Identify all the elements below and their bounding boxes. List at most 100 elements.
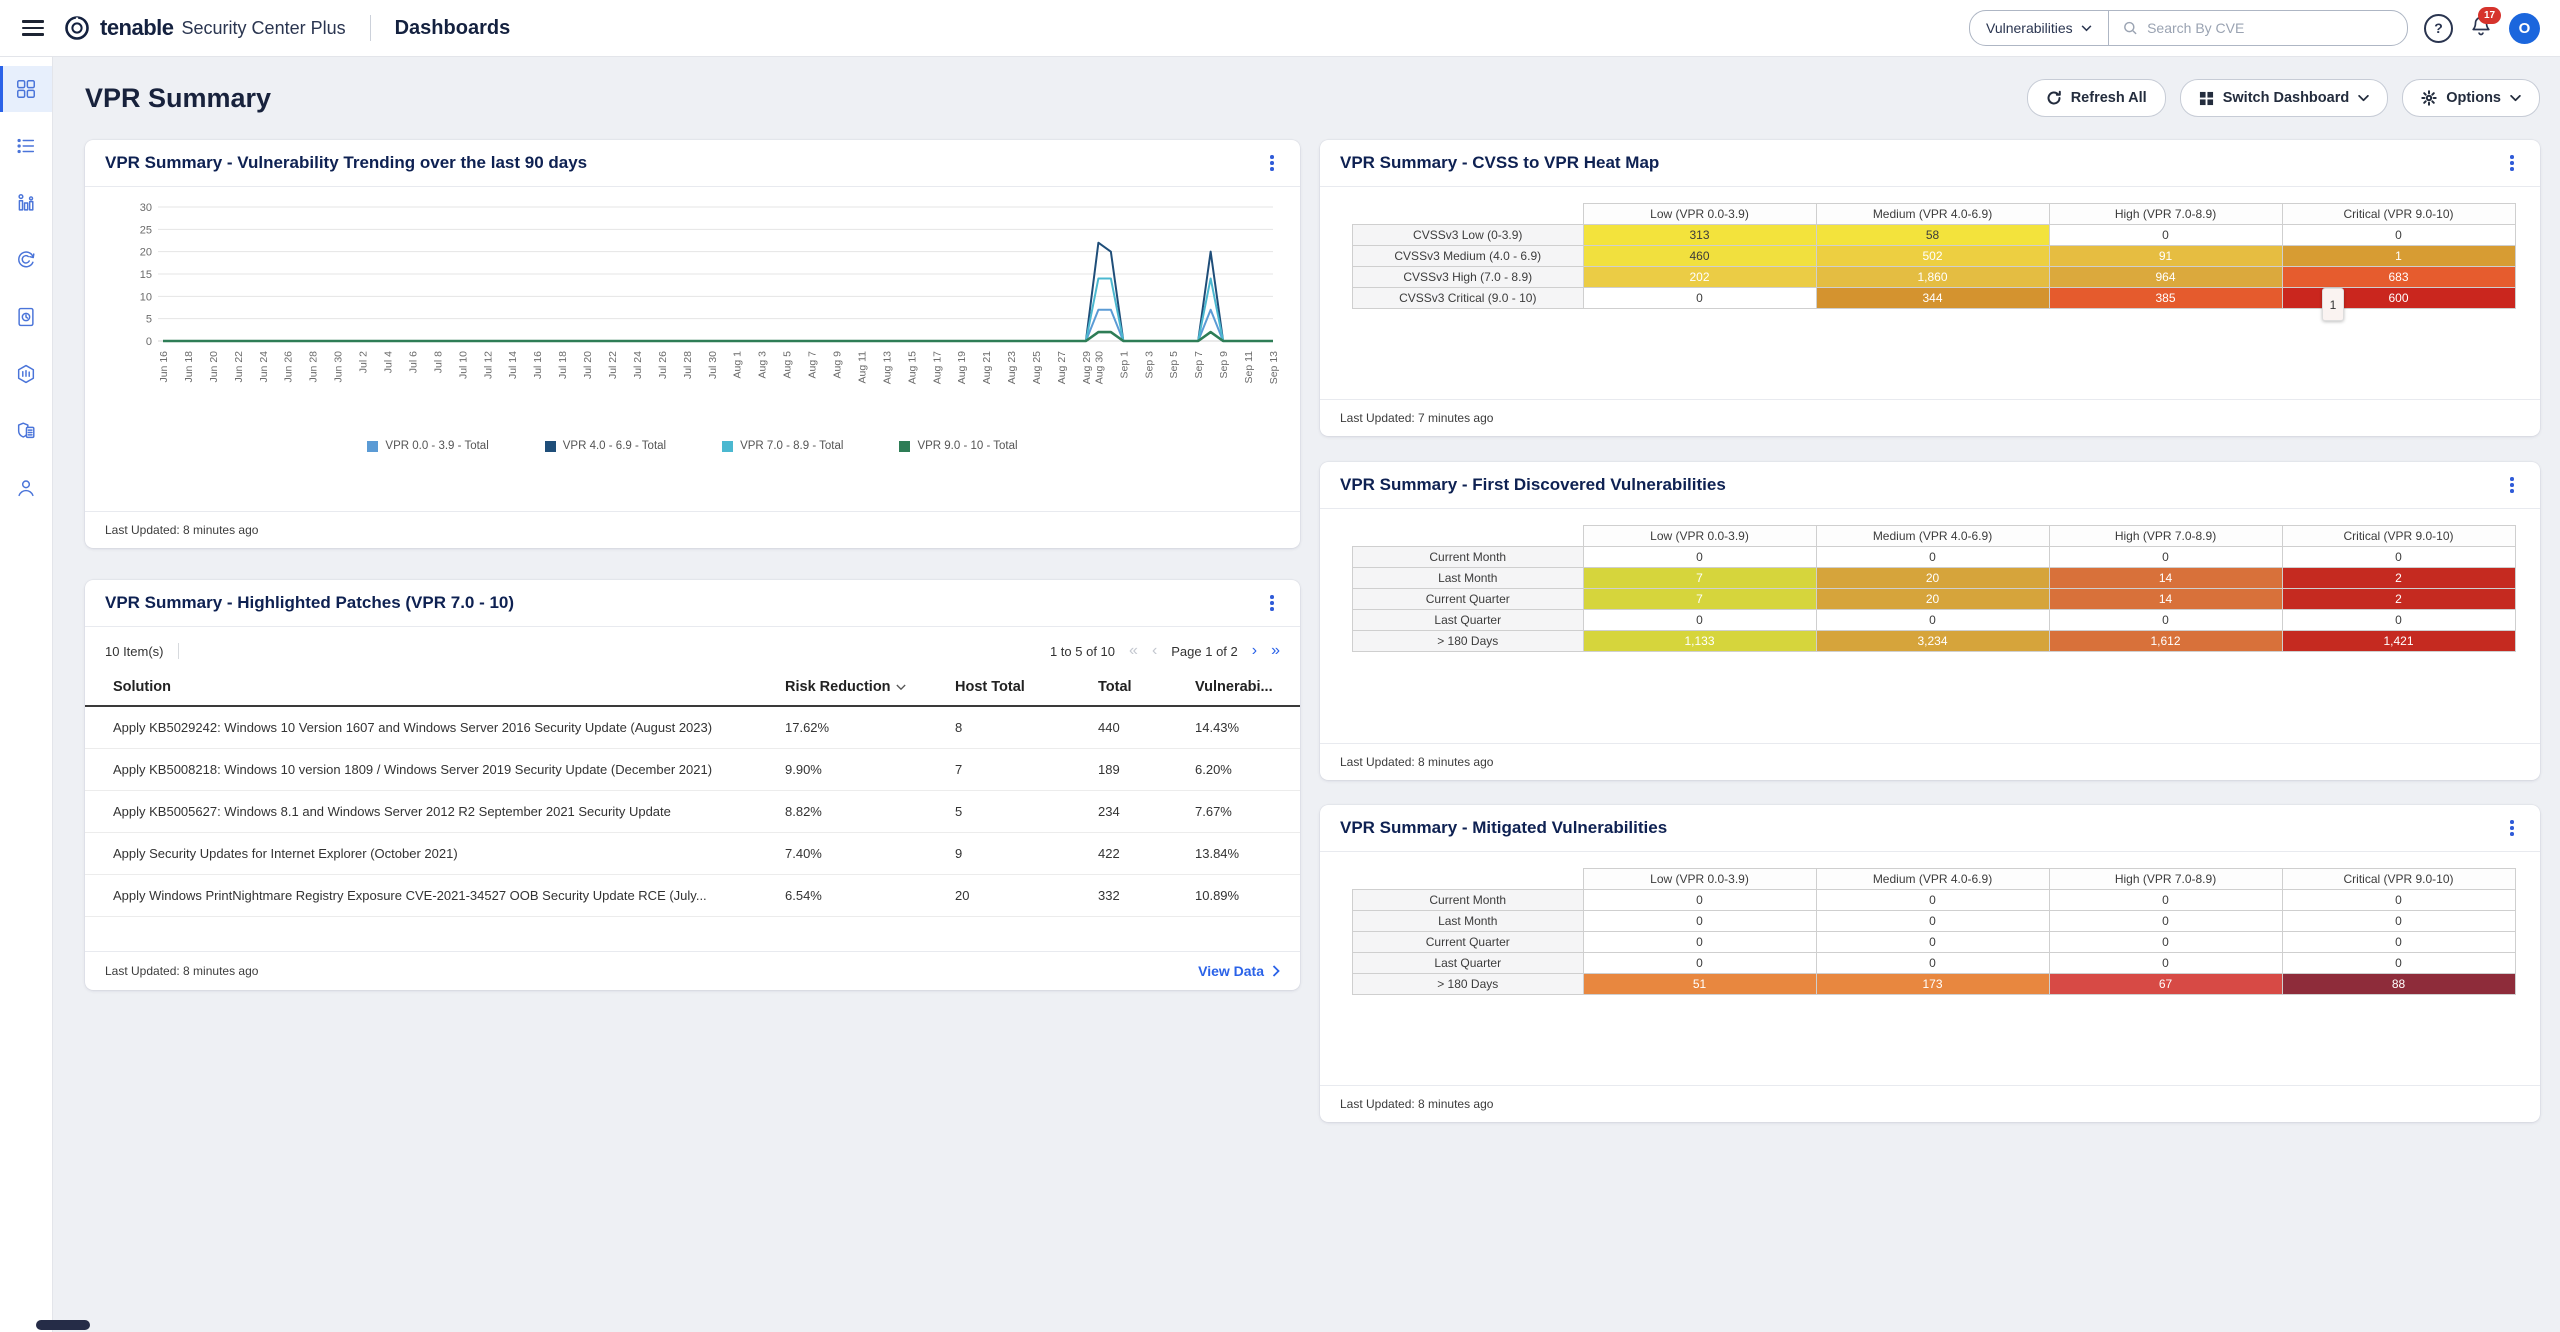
first-page-button[interactable]: «: [1129, 643, 1138, 659]
matrix-cell[interactable]: 0: [2282, 547, 2515, 568]
matrix-cell[interactable]: 0: [2049, 932, 2282, 953]
matrix-cell[interactable]: 313: [1583, 225, 1816, 246]
matrix-cell[interactable]: 0: [1583, 610, 1816, 631]
matrix-cell[interactable]: 0: [1816, 547, 2049, 568]
sidebar-item-workflow[interactable]: [0, 408, 52, 454]
matrix-cell[interactable]: 0: [1583, 547, 1816, 568]
matrix-cell[interactable]: 58: [1816, 225, 2049, 246]
matrix-cell[interactable]: 0: [2282, 911, 2515, 932]
matrix-cell[interactable]: 20: [1816, 589, 2049, 610]
patch-row[interactable]: Apply Windows PrintNightmare Registry Ex…: [85, 875, 1300, 917]
panel-menu-kebab-icon[interactable]: [2504, 816, 2520, 840]
matrix-cell[interactable]: 1,421: [2282, 631, 2515, 652]
matrix-cell[interactable]: 0: [1583, 953, 1816, 974]
patch-row[interactable]: Apply KB5008218: Windows 10 version 1809…: [85, 749, 1300, 791]
legend-item[interactable]: VPR 9.0 - 10 - Total: [899, 440, 1017, 452]
matrix-cell[interactable]: 88: [2282, 974, 2515, 995]
matrix-cell[interactable]: 7: [1583, 589, 1816, 610]
matrix-cell[interactable]: 2: [2282, 568, 2515, 589]
hamburger-menu-icon[interactable]: [22, 20, 44, 35]
legend-item[interactable]: VPR 0.0 - 3.9 - Total: [367, 440, 488, 452]
sidebar-item-reporting[interactable]: [0, 294, 52, 340]
matrix-cell[interactable]: 0: [1816, 610, 2049, 631]
matrix-cell[interactable]: 0: [1583, 932, 1816, 953]
refresh-all-button[interactable]: Refresh All: [2027, 79, 2166, 117]
matrix-cell[interactable]: 0: [1816, 932, 2049, 953]
matrix-cell[interactable]: 502: [1816, 246, 2049, 267]
switch-dashboard-button[interactable]: Switch Dashboard: [2180, 79, 2389, 117]
sidebar-item-analysis[interactable]: [0, 123, 52, 169]
matrix-cell[interactable]: 385: [2049, 288, 2282, 309]
matrix-cell[interactable]: 964: [2049, 267, 2282, 288]
svg-text:Jul 18: Jul 18: [557, 351, 569, 379]
last-page-button[interactable]: »: [1271, 643, 1280, 659]
sidebar-item-scans[interactable]: [0, 237, 52, 283]
matrix-cell[interactable]: 0: [2049, 953, 2282, 974]
options-button[interactable]: Options: [2402, 79, 2540, 117]
matrix-cell[interactable]: 14: [2049, 568, 2282, 589]
matrix-cell[interactable]: 683: [2282, 267, 2515, 288]
matrix-cell[interactable]: 3,234: [1816, 631, 2049, 652]
matrix-cell[interactable]: 0: [2049, 610, 2282, 631]
patch-row[interactable]: Apply KB5005627: Windows 8.1 and Windows…: [85, 791, 1300, 833]
matrix-cell[interactable]: 0: [2049, 911, 2282, 932]
col-header-host-total[interactable]: Host Total: [955, 679, 1098, 695]
legend-item[interactable]: VPR 4.0 - 6.9 - Total: [545, 440, 666, 452]
matrix-cell[interactable]: 7: [1583, 568, 1816, 589]
panel-title: VPR Summary - Vulnerability Trending ove…: [105, 153, 587, 173]
matrix-cell[interactable]: 0: [2049, 890, 2282, 911]
matrix-cell[interactable]: 0: [2282, 610, 2515, 631]
patch-row[interactable]: Apply KB5029242: Windows 10 Version 1607…: [85, 707, 1300, 749]
matrix-cell[interactable]: 202: [1583, 267, 1816, 288]
matrix-cell[interactable]: 0: [1816, 911, 2049, 932]
matrix-cell[interactable]: 600: [2282, 288, 2515, 309]
matrix-cell[interactable]: 20: [1816, 568, 2049, 589]
panel-menu-kebab-icon[interactable]: [1264, 591, 1280, 615]
matrix-cell[interactable]: 0: [1816, 890, 2049, 911]
horizontal-scrollbar-thumb[interactable]: [36, 1320, 90, 1330]
sidebar-item-dashboards[interactable]: [0, 66, 52, 112]
sidebar-item-solutions[interactable]: [0, 180, 52, 226]
next-page-button[interactable]: ›: [1252, 643, 1257, 659]
matrix-cell[interactable]: 51: [1583, 974, 1816, 995]
matrix-cell[interactable]: 1,860: [1816, 267, 2049, 288]
matrix-cell[interactable]: 0: [1583, 890, 1816, 911]
matrix-cell[interactable]: 0: [2049, 225, 2282, 246]
matrix-cell[interactable]: 0: [2282, 890, 2515, 911]
matrix-cell[interactable]: 0: [2282, 225, 2515, 246]
matrix-cell[interactable]: 0: [2049, 547, 2282, 568]
matrix-cell[interactable]: 1,133: [1583, 631, 1816, 652]
col-header-risk-reduction[interactable]: Risk Reduction: [785, 679, 955, 695]
patch-row[interactable]: Apply Security Updates for Internet Expl…: [85, 833, 1300, 875]
legend-item[interactable]: VPR 7.0 - 8.9 - Total: [722, 440, 843, 452]
matrix-cell[interactable]: 1,612: [2049, 631, 2282, 652]
prev-page-button[interactable]: ‹: [1152, 643, 1157, 659]
search-scope-dropdown[interactable]: Vulnerabilities: [1970, 11, 2109, 45]
matrix-cell[interactable]: 2: [2282, 589, 2515, 610]
notifications-button[interactable]: 17: [2469, 14, 2493, 43]
help-icon[interactable]: ?: [2424, 14, 2453, 43]
matrix-cell[interactable]: 14: [2049, 589, 2282, 610]
matrix-cell[interactable]: 67: [2049, 974, 2282, 995]
matrix-cell[interactable]: 460: [1583, 246, 1816, 267]
matrix-cell[interactable]: 0: [1583, 288, 1816, 309]
search-input[interactable]: [2145, 19, 2393, 37]
user-avatar[interactable]: O: [2509, 13, 2540, 44]
matrix-cell[interactable]: 344: [1816, 288, 2049, 309]
matrix-cell[interactable]: 0: [1816, 953, 2049, 974]
col-header-total[interactable]: Total: [1098, 679, 1195, 695]
matrix-cell[interactable]: 0: [1583, 911, 1816, 932]
col-header-solution[interactable]: Solution: [113, 679, 785, 695]
matrix-cell[interactable]: 0: [2282, 953, 2515, 974]
matrix-cell[interactable]: 0: [2282, 932, 2515, 953]
panel-menu-kebab-icon[interactable]: [1264, 151, 1280, 175]
matrix-cell[interactable]: 91: [2049, 246, 2282, 267]
matrix-cell[interactable]: 1: [2282, 246, 2515, 267]
panel-menu-kebab-icon[interactable]: [2504, 473, 2520, 497]
col-header-vulnerabilities[interactable]: Vulnerabi...: [1195, 679, 1290, 695]
panel-menu-kebab-icon[interactable]: [2504, 151, 2520, 175]
sidebar-item-assets[interactable]: [0, 351, 52, 397]
view-data-link[interactable]: View Data: [1198, 963, 1280, 979]
sidebar-item-users[interactable]: [0, 465, 52, 511]
matrix-cell[interactable]: 173: [1816, 974, 2049, 995]
